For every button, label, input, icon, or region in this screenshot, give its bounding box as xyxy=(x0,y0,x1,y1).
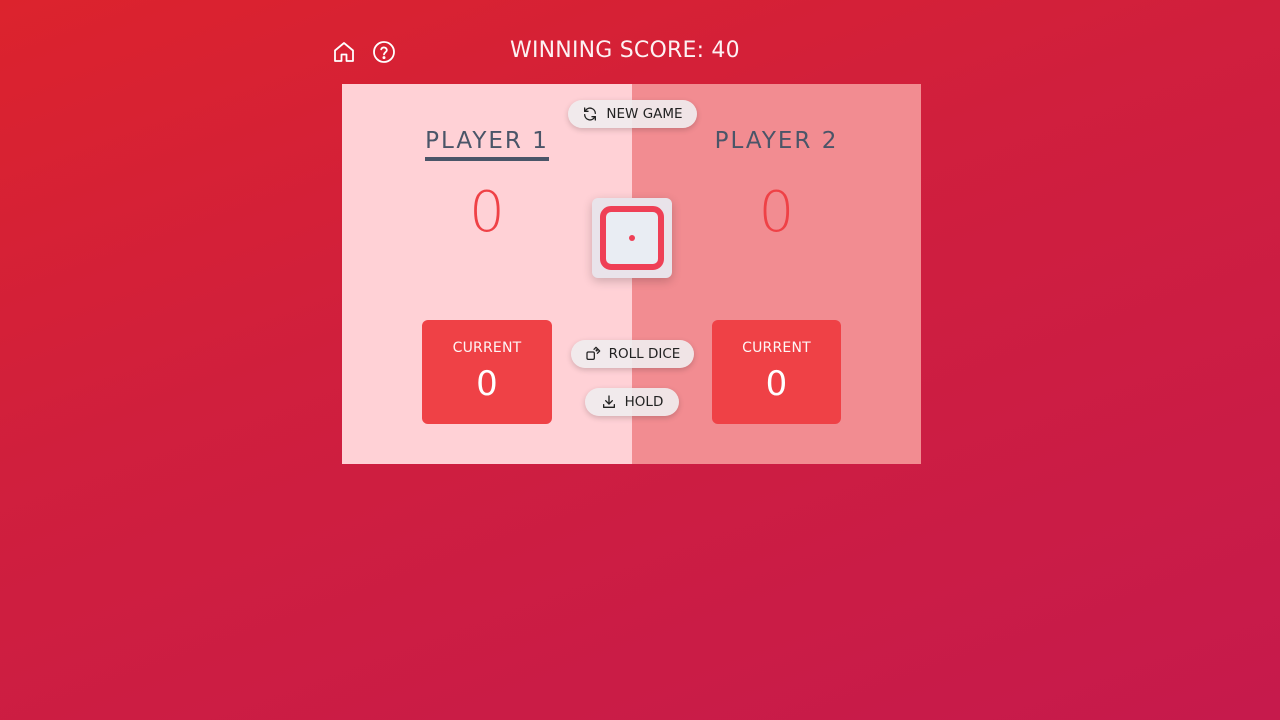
player-1-name-text: PLAYER 1 xyxy=(425,128,549,161)
download-icon xyxy=(602,395,615,408)
roll-dice-button[interactable]: ROLL DICE xyxy=(571,340,694,368)
player-1-current-label: CURRENT xyxy=(452,340,522,356)
hold-label: HOLD xyxy=(624,394,664,410)
player-2-name-text: PLAYER 2 xyxy=(714,128,839,154)
hold-button[interactable]: HOLD xyxy=(585,388,679,416)
player-2-current-box: CURRENT 0 xyxy=(712,320,841,424)
player-2-name: PLAYER 2 xyxy=(632,128,921,157)
dice-face-icon xyxy=(600,206,664,270)
roll-dice-label: ROLL DICE xyxy=(608,346,681,362)
refresh-icon xyxy=(584,107,597,121)
help-icon[interactable] xyxy=(372,40,396,64)
dice xyxy=(592,198,672,278)
player-2-current-label: CURRENT xyxy=(742,340,811,356)
dice-pip xyxy=(629,235,635,241)
player-1-current-box: CURRENT 0 xyxy=(422,320,552,424)
player-1-name: PLAYER 1 xyxy=(342,128,632,161)
player-2-score: 0 xyxy=(758,180,795,245)
player-2-current-value: 0 xyxy=(765,364,788,404)
new-game-button[interactable]: NEW GAME xyxy=(568,100,697,128)
winning-score: WINNING SCORE: 40 xyxy=(510,38,740,63)
player-1-current-value: 0 xyxy=(476,364,498,404)
player-1-score: 0 xyxy=(469,180,505,245)
home-icon[interactable] xyxy=(332,40,356,64)
dice-roll-icon xyxy=(586,346,600,360)
new-game-label: NEW GAME xyxy=(606,106,683,122)
